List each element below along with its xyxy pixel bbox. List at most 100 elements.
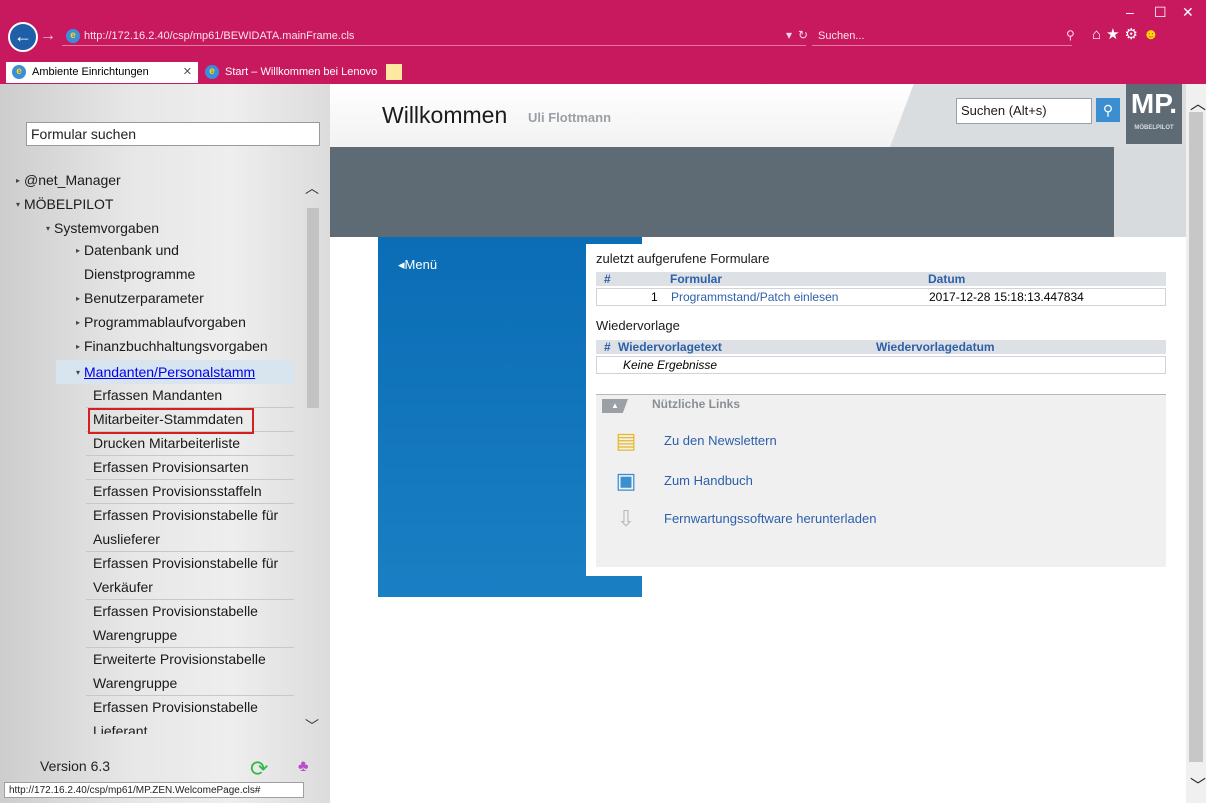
forward-button[interactable]: → xyxy=(40,27,56,45)
close-icon[interactable]: ✕ xyxy=(1182,4,1194,21)
moebelpilot-logo: MP. MÖBELPILOT xyxy=(1126,84,1182,144)
search-icon[interactable]: ⚲ xyxy=(1066,28,1075,42)
recent-form-link[interactable]: Programmstand/Patch einlesen xyxy=(671,289,838,305)
useful-links-title: Nützliche Links xyxy=(652,397,741,411)
newsletter-icon: ▤ xyxy=(615,428,637,453)
sidebar-scrollbar[interactable]: ︿ ﹀ xyxy=(305,178,321,738)
leaf-erfassen-provisionsarten[interactable]: Erfassen Provisionsarten xyxy=(86,456,294,480)
tree-node-benutzerparameter[interactable]: ▸ Benutzerparameter xyxy=(76,290,204,306)
gear-icon[interactable]: ⚙ xyxy=(1125,26,1143,43)
leaf-drucken-mitarbeiterliste[interactable]: Drucken Mitarbeiterliste xyxy=(86,432,294,456)
leaf-provisionstabelle-verkaeufer-line2[interactable]: Verkäufer xyxy=(86,576,294,600)
version-label: Version 6.3 xyxy=(40,758,111,774)
highlight-annotation-box xyxy=(88,408,254,434)
banner-side xyxy=(1114,147,1186,237)
caret-up-icon: ▲ xyxy=(611,401,619,410)
page-header: Willkommen Uli Flottmann Suchen (Alt+s) … xyxy=(330,84,1186,147)
recent-forms-header: # Formular Datum xyxy=(596,272,1166,286)
favorites-star-icon[interactable]: ★ xyxy=(1106,26,1124,43)
link-handbook[interactable]: ▣ Zum Handbuch xyxy=(612,465,1152,501)
collapse-toggle[interactable]: ▲ xyxy=(602,399,628,413)
tree-node-net-manager[interactable]: ▸ @net_Manager xyxy=(16,172,121,188)
leaf-provisionstabelle-verkaeufer[interactable]: Erfassen Provisionstabelle für xyxy=(86,552,294,575)
resubmission-header: # Wiedervorlagetext Wiedervorlagedatum xyxy=(596,340,1166,354)
tree-node-moebelpilot[interactable]: ▾ MÖBELPILOT xyxy=(16,196,113,212)
collapsed-arrow-icon: ▸ xyxy=(76,246,81,255)
tree-node-datenbank-line2[interactable]: Dienstprogramme xyxy=(84,266,195,282)
main-scroll-thumb[interactable] xyxy=(1189,112,1203,762)
status-bar-url: http://172.16.2.40/csp/mp61/MP.ZEN.Welco… xyxy=(4,782,304,798)
ie-icon: e xyxy=(12,65,26,79)
tree-node-datenbank[interactable]: ▸ Datenbank und xyxy=(76,242,179,258)
table-row: Keine Ergebnisse xyxy=(596,356,1166,374)
scroll-up-icon[interactable]: ︿ xyxy=(305,178,319,198)
leaf-erfassen-provisionsstaffeln[interactable]: Erfassen Provisionsstaffeln xyxy=(86,480,294,504)
leaf-provisionstabelle-auslieferer-line2[interactable]: Auslieferer xyxy=(86,528,294,552)
leaf-provisionstabelle-warengruppe-line2[interactable]: Warengruppe xyxy=(86,624,294,648)
tab-strip: e Ambiente Einrichtungen ✕ e Start – Wil… xyxy=(0,62,1206,84)
new-tab-button[interactable] xyxy=(386,64,402,80)
banner xyxy=(330,147,1114,237)
tree-node-finanzbuchhaltung[interactable]: ▸ Finanzbuchhaltungsvorgaben xyxy=(76,338,268,354)
sidebar: Formular suchen ▸ @net_Manager ▾ MÖBELPILO… xyxy=(0,84,330,803)
content-card: zuletzt aufgerufene Formulare # Formular… xyxy=(586,244,1186,576)
useful-links-header: ▲ Nützliche Links xyxy=(596,395,1166,415)
address-url: http://172.16.2.40/csp/mp61/BEWIDATA.mai… xyxy=(84,30,355,42)
tree-node-systemvorgaben[interactable]: ▾ Systemvorgaben xyxy=(46,220,159,236)
leaf-provisionstabelle-lieferant[interactable]: Erfassen Provisionstabelle xyxy=(86,696,294,719)
resubmission-title: Wiedervorlage xyxy=(596,318,680,333)
main-search-button[interactable]: ⚲ xyxy=(1096,98,1120,122)
scroll-down-icon[interactable]: ﹀ xyxy=(1190,772,1206,796)
page-title: Willkommen xyxy=(382,102,508,128)
smiley-feedback-icon[interactable]: ☻ xyxy=(1143,26,1164,43)
expanded-arrow-icon: ▾ xyxy=(46,224,51,233)
form-search-input[interactable]: Formular suchen xyxy=(26,122,320,146)
collapsed-arrow-icon: ▸ xyxy=(16,176,21,185)
maximize-icon[interactable]: ☐ xyxy=(1154,4,1167,21)
tree-node-programmablauf[interactable]: ▸ Programmablaufvorgaben xyxy=(76,314,246,330)
refresh-icon[interactable]: ⟳ xyxy=(250,756,268,782)
ie-icon: e xyxy=(205,65,219,79)
home-icon[interactable]: ⌂ xyxy=(1092,26,1106,43)
table-row[interactable]: 1 Programmstand/Patch einlesen 2017-12-2… xyxy=(596,288,1166,306)
tab-lenovo[interactable]: e Start – Willkommen bei Lenovo xyxy=(199,62,381,83)
logo-subtext: MÖBELPILOT xyxy=(1134,125,1174,131)
refresh-page-icon[interactable]: ↻ xyxy=(798,28,808,42)
leaf-erfassen-mandanten[interactable]: Erfassen Mandanten xyxy=(86,384,294,408)
leaf-provisionstabelle-lieferant-line2[interactable]: Lieferant xyxy=(86,720,294,734)
browser-search-input[interactable]: Suchen... xyxy=(812,26,1072,46)
tab-label: Start – Willkommen bei Lenovo xyxy=(225,66,378,78)
leaf-erweiterte-provisionstabelle-line2[interactable]: Warengruppe xyxy=(86,672,294,696)
sidebar-scroll-thumb[interactable] xyxy=(307,208,319,408)
window-controls: – ☐ ✕ xyxy=(1100,0,1206,22)
search-icon: ⚲ xyxy=(1102,102,1114,118)
handbook-icon: ▣ xyxy=(615,468,637,493)
download-icon: ⇩ xyxy=(616,506,636,531)
scroll-up-icon[interactable]: ︿ xyxy=(1190,90,1206,114)
address-bar[interactable]: e http://172.16.2.40/csp/mp61/BEWIDATA.m… xyxy=(62,26,806,46)
scroll-down-icon[interactable]: ﹀ xyxy=(305,716,319,736)
toolbar-icons: ⌂★⚙☻ xyxy=(1092,25,1164,43)
main-search-input[interactable]: Suchen (Alt+s) xyxy=(956,98,1092,124)
tab-ambiente[interactable]: e Ambiente Einrichtungen ✕ xyxy=(6,62,198,83)
link-remote-support[interactable]: ⇩ Fernwartungssoftware herunterladen xyxy=(612,503,1152,539)
plugin-icon[interactable]: ♣ xyxy=(298,758,309,776)
user-name: Uli Flottmann xyxy=(528,110,612,125)
close-tab-icon[interactable]: ✕ xyxy=(183,62,192,83)
link-newsletter[interactable]: ▤ Zu den Newslettern xyxy=(612,425,1152,461)
ie-icon: e xyxy=(66,29,80,43)
leaf-provisionstabelle-auslieferer[interactable]: Erfassen Provisionstabelle für xyxy=(86,504,294,527)
tree-node-mandanten[interactable]: ▾ Mandanten/Personalstamm xyxy=(76,364,255,380)
minimize-icon[interactable]: – xyxy=(1126,4,1134,20)
leaf-provisionstabelle-warengruppe[interactable]: Erfassen Provisionstabelle xyxy=(86,600,294,623)
expanded-arrow-icon: ▾ xyxy=(16,200,21,209)
address-dropdown-icon[interactable]: ▾ xyxy=(786,28,792,42)
collapsed-arrow-icon: ▸ xyxy=(76,318,81,327)
collapsed-arrow-icon: ▸ xyxy=(76,342,81,351)
back-button[interactable]: ← xyxy=(8,22,38,52)
empty-results: Keine Ergebnisse xyxy=(623,358,718,372)
leaf-erweiterte-provisionstabelle[interactable]: Erweiterte Provisionstabelle xyxy=(86,648,294,671)
collapsed-arrow-icon: ▸ xyxy=(76,294,81,303)
main-scrollbar[interactable]: ︿ ﹀ xyxy=(1186,84,1206,803)
menu-toggle[interactable]: ◂Menü xyxy=(398,257,437,273)
